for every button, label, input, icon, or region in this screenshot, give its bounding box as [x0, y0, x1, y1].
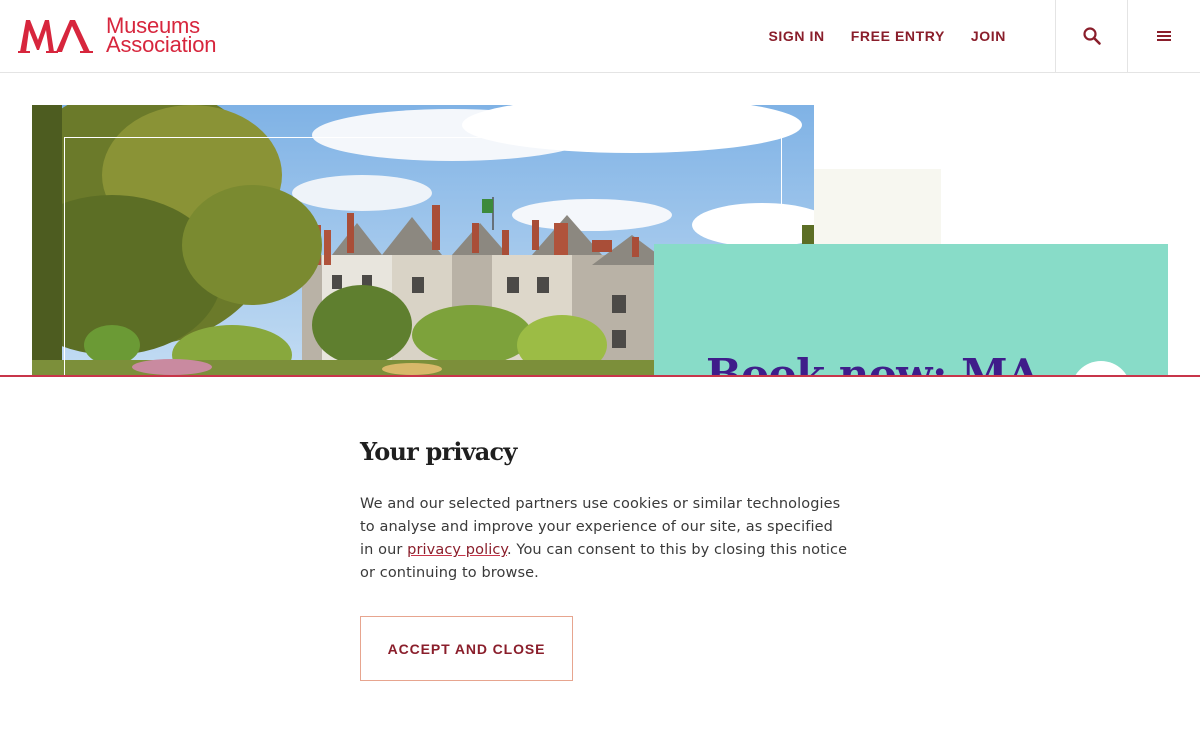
promo-arrow-button[interactable] — [1071, 361, 1131, 375]
search-icon — [1082, 27, 1101, 45]
privacy-text: We and our selected partners use cookies… — [360, 493, 850, 585]
hamburger-menu-icon — [1156, 31, 1171, 41]
nav-join[interactable]: JOIN — [971, 28, 1006, 44]
privacy-banner: Your privacy We and our selected partner… — [0, 375, 1200, 740]
top-nav: SIGN IN FREE ENTRY JOIN — [768, 28, 1006, 44]
nav-free-entry[interactable]: FREE ENTRY — [851, 28, 945, 44]
menu-button[interactable] — [1127, 0, 1199, 72]
logo-wordmark: Museums Association — [106, 15, 217, 57]
logo-line-2: Association — [106, 32, 217, 57]
nav-sign-in[interactable]: SIGN IN — [768, 28, 824, 44]
ma-logo-mark-icon — [18, 20, 93, 53]
privacy-title: Your privacy — [360, 437, 517, 466]
site-header: Museums Association SIGN IN FREE ENTRY J… — [0, 0, 1200, 73]
privacy-policy-link[interactable]: privacy policy — [407, 542, 507, 558]
museums-association-logo[interactable]: Museums Association — [18, 15, 217, 57]
promo-card-title: Book now: MA — [706, 350, 1040, 375]
promo-card[interactable]: Book now: MA — [654, 244, 1168, 375]
search-button[interactable] — [1055, 0, 1127, 72]
accept-and-close-button[interactable]: ACCEPT AND CLOSE — [360, 616, 573, 681]
